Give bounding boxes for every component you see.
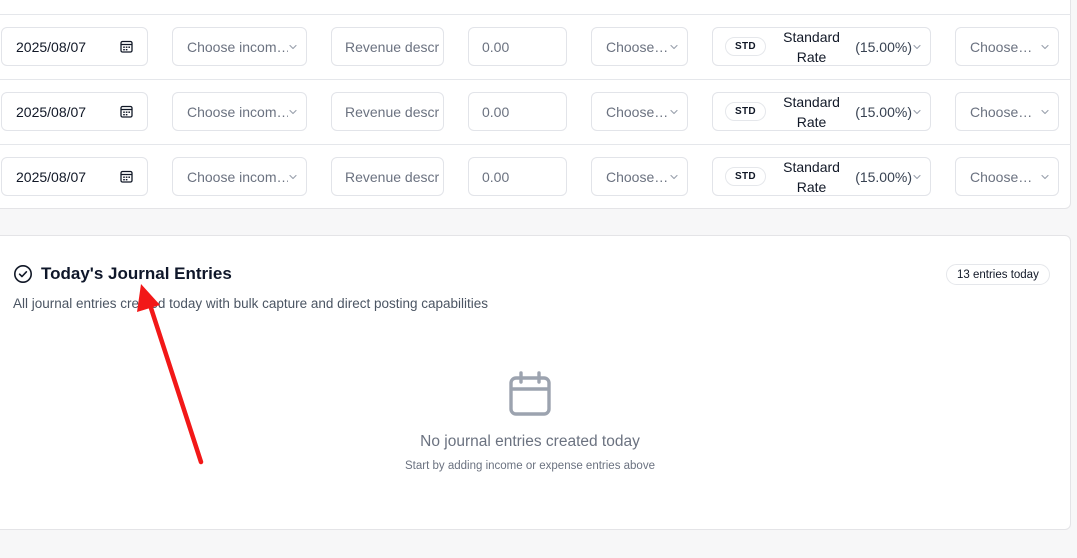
date-field[interactable]: 2025/08/07 (1, 27, 148, 66)
calendar-icon (509, 371, 551, 416)
tax-rate-select[interactable]: STD Standard Rate (15.00%) (712, 157, 931, 196)
tax-rate-name: Standard Rate (783, 28, 840, 65)
calendar-icon[interactable] (120, 40, 133, 53)
entries-count-badge: 13 entries today (946, 264, 1050, 285)
choose-placeholder: Choose… (970, 38, 1033, 55)
chevron-down-icon (289, 44, 297, 49)
chevron-down-icon (913, 44, 921, 49)
empty-state-subtitle: Start by adding income or expense entrie… (405, 460, 655, 472)
journal-subtitle: All journal entries created today with b… (13, 296, 489, 311)
tax-rate-percent: (15.00%) (855, 38, 912, 55)
tax-code-badge: STD (725, 167, 766, 186)
calendar-icon[interactable] (120, 170, 133, 183)
date-field[interactable]: 2025/08/07 (1, 92, 148, 131)
check-circle-icon (14, 265, 32, 283)
choose-select[interactable]: Choose… (591, 92, 688, 131)
description-input[interactable]: Revenue descr (331, 92, 444, 131)
income-account-placeholder: Choose incom… (187, 38, 288, 55)
tax-rate-percent: (15.00%) (855, 103, 912, 120)
chevron-down-icon (1041, 109, 1049, 114)
choose-select[interactable]: Choose… (591, 157, 688, 196)
income-account-placeholder: Choose incom… (187, 168, 288, 185)
tax-rate-name: Standard Rate (783, 93, 840, 130)
amount-placeholder: 0.00 (482, 38, 510, 55)
choose-select-2[interactable]: Choose… (955, 157, 1059, 196)
chevron-down-icon (670, 44, 678, 49)
tax-code-badge: STD (725, 37, 766, 56)
description-placeholder: Revenue descr (345, 103, 440, 120)
income-account-select[interactable]: Choose incom… (172, 157, 307, 196)
row-divider (0, 79, 1071, 80)
amount-input[interactable]: 0.00 (468, 27, 567, 66)
choose-placeholder: Choose… (606, 38, 669, 55)
journal-title: Today's Journal Entries (41, 264, 232, 283)
chevron-down-icon (670, 174, 678, 179)
income-account-select[interactable]: Choose incom… (172, 92, 307, 131)
tax-rate-select[interactable]: STD Standard Rate (15.00%) (712, 27, 931, 66)
chevron-down-icon (289, 174, 297, 179)
choose-placeholder: Choose… (970, 103, 1033, 120)
choose-select-2[interactable]: Choose… (955, 92, 1059, 131)
date-field[interactable]: 2025/08/07 (1, 157, 148, 196)
choose-placeholder: Choose… (606, 168, 669, 185)
description-placeholder: Revenue descr (345, 38, 440, 55)
amount-input[interactable]: 0.00 (468, 157, 567, 196)
date-value: 2025/08/07 (16, 103, 87, 120)
amount-input[interactable]: 0.00 (468, 92, 567, 131)
calendar-icon[interactable] (120, 105, 133, 118)
amount-placeholder: 0.00 (482, 103, 510, 120)
tax-code-badge: STD (725, 102, 766, 121)
chevron-down-icon (670, 109, 678, 114)
date-value: 2025/08/07 (16, 38, 87, 55)
choose-placeholder: Choose… (606, 103, 669, 120)
income-account-select[interactable]: Choose incom… (172, 27, 307, 66)
date-value: 2025/08/07 (16, 168, 87, 185)
tax-rate-percent: (15.00%) (855, 168, 912, 185)
choose-placeholder: Choose… (970, 168, 1033, 185)
chevron-down-icon (913, 109, 921, 114)
chevron-down-icon (913, 174, 921, 179)
amount-placeholder: 0.00 (482, 168, 510, 185)
income-account-placeholder: Choose incom… (187, 103, 288, 120)
row-divider (0, 14, 1071, 15)
row-divider (0, 144, 1071, 145)
tax-rate-select[interactable]: STD Standard Rate (15.00%) (712, 92, 931, 131)
chevron-down-icon (289, 109, 297, 114)
empty-state-title: No journal entries created today (420, 433, 640, 450)
choose-select[interactable]: Choose… (591, 27, 688, 66)
description-input[interactable]: Revenue descr (331, 27, 444, 66)
chevron-down-icon (1041, 174, 1049, 179)
description-placeholder: Revenue descr (345, 168, 440, 185)
chevron-down-icon (1041, 44, 1049, 49)
tax-rate-name: Standard Rate (783, 158, 840, 195)
description-input[interactable]: Revenue descr (331, 157, 444, 196)
journal-header: Today's Journal Entries (13, 264, 232, 284)
choose-select-2[interactable]: Choose… (955, 27, 1059, 66)
